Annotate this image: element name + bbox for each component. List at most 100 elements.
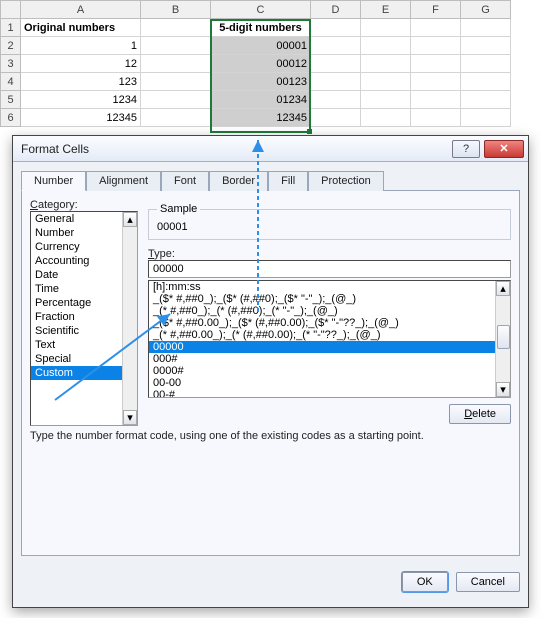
col-header-D[interactable]: D (311, 1, 361, 19)
format-list[interactable]: [h]:mm:ss _($* #,##0_);_($* (#,##0);_($*… (148, 280, 511, 398)
cell-B4[interactable] (141, 73, 211, 91)
cell-E3[interactable] (361, 55, 411, 73)
row-header-5[interactable]: 5 (1, 91, 21, 109)
cell-E4[interactable] (361, 73, 411, 91)
fmt-item[interactable]: [h]:mm:ss (149, 281, 510, 293)
cell-F3[interactable] (411, 55, 461, 73)
cell-D5[interactable] (311, 91, 361, 109)
row-header-2[interactable]: 2 (1, 37, 21, 55)
delete-button[interactable]: Delete (449, 404, 511, 424)
cell-E2[interactable] (361, 37, 411, 55)
type-input[interactable] (148, 260, 511, 278)
col-header-E[interactable]: E (361, 1, 411, 19)
cell-D6[interactable] (311, 109, 361, 127)
cell-C4[interactable]: 00123 (211, 73, 311, 91)
format-scrollbar[interactable]: ▴ ▾ (495, 281, 510, 397)
fmt-item[interactable]: 00-00 (149, 377, 510, 389)
tab-border[interactable]: Border (209, 171, 268, 191)
col-header-A[interactable]: A (21, 1, 141, 19)
col-header-G[interactable]: G (461, 1, 511, 19)
row-header-6[interactable]: 6 (1, 109, 21, 127)
category-label: Category: (30, 199, 138, 211)
cell-E5[interactable] (361, 91, 411, 109)
tab-protection[interactable]: Protection (308, 171, 384, 191)
cell-A2[interactable]: 1 (21, 37, 141, 55)
fmt-item[interactable]: _(* #,##0_);_(* (#,##0);_(* "-"_);_(@_) (149, 305, 510, 317)
fmt-item[interactable]: 0000# (149, 365, 510, 377)
fmt-item[interactable]: 000# (149, 353, 510, 365)
tab-fill[interactable]: Fill (268, 171, 308, 191)
help-text: Type the number format code, using one o… (30, 430, 511, 442)
dialog-buttons: OK Cancel (13, 564, 528, 600)
cell-D3[interactable] (311, 55, 361, 73)
cell-C1[interactable]: 5-digit numbers (211, 19, 311, 37)
cell-D2[interactable] (311, 37, 361, 55)
scroll-down-icon[interactable]: ▾ (123, 410, 137, 425)
cell-G2[interactable] (461, 37, 511, 55)
format-cells-dialog: Format Cells ? ✕ Number Alignment Font B… (12, 135, 529, 608)
tab-number[interactable]: Number (21, 171, 86, 191)
cell-C6[interactable]: 12345 (211, 109, 311, 127)
cell-A1[interactable]: Original numbers (21, 19, 141, 37)
close-icon: ✕ (499, 142, 508, 155)
cell-C2[interactable]: 00001 (211, 37, 311, 55)
cell-B1[interactable] (141, 19, 211, 37)
cell-G4[interactable] (461, 73, 511, 91)
cell-C3[interactable]: 00012 (211, 55, 311, 73)
col-header-F[interactable]: F (411, 1, 461, 19)
cell-A5[interactable]: 1234 (21, 91, 141, 109)
cell-G6[interactable] (461, 109, 511, 127)
fmt-item[interactable]: _(* #,##0.00_);_(* (#,##0.00);_(* "-"??_… (149, 329, 510, 341)
close-button[interactable]: ✕ (484, 140, 524, 158)
tab-alignment[interactable]: Alignment (86, 171, 161, 191)
cell-E1[interactable] (361, 19, 411, 37)
cell-F2[interactable] (411, 37, 461, 55)
cell-F5[interactable] (411, 91, 461, 109)
cell-G3[interactable] (461, 55, 511, 73)
cell-D4[interactable] (311, 73, 361, 91)
sample-value: 00001 (157, 221, 502, 233)
category-scrollbar[interactable]: ▴ ▾ (122, 212, 137, 425)
help-icon: ? (463, 143, 469, 155)
category-list[interactable]: General Number Currency Accounting Date … (30, 211, 138, 426)
tab-font[interactable]: Font (161, 171, 209, 191)
cell-B3[interactable] (141, 55, 211, 73)
fmt-item[interactable]: _($* #,##0.00_);_($* (#,##0.00);_($* "-"… (149, 317, 510, 329)
cancel-button[interactable]: Cancel (456, 572, 520, 592)
scroll-down-icon[interactable]: ▾ (496, 382, 510, 397)
cell-D1[interactable] (311, 19, 361, 37)
fmt-item[interactable]: 00-# (149, 389, 510, 398)
cell-B5[interactable] (141, 91, 211, 109)
cell-F1[interactable] (411, 19, 461, 37)
grid[interactable]: A B C D E F G 1 Original numbers 5-digit… (0, 0, 511, 127)
col-header-C[interactable]: C (211, 1, 311, 19)
cell-B2[interactable] (141, 37, 211, 55)
sample-group: Sample 00001 (148, 203, 511, 240)
cell-A4[interactable]: 123 (21, 73, 141, 91)
col-header-B[interactable]: B (141, 1, 211, 19)
row-header-1[interactable]: 1 (1, 19, 21, 37)
cell-E6[interactable] (361, 109, 411, 127)
ok-button[interactable]: OK (402, 572, 448, 592)
fill-handle[interactable] (307, 129, 312, 134)
scroll-thumb[interactable] (497, 325, 510, 349)
help-button[interactable]: ? (452, 140, 480, 158)
scroll-up-icon[interactable]: ▴ (496, 281, 510, 296)
cell-C5[interactable]: 01234 (211, 91, 311, 109)
corner-cell[interactable] (1, 1, 21, 19)
row-header-4[interactable]: 4 (1, 73, 21, 91)
tabstrip: Number Alignment Font Border Fill Protec… (13, 162, 528, 190)
cell-F4[interactable] (411, 73, 461, 91)
cell-B6[interactable] (141, 109, 211, 127)
cell-A6[interactable]: 12345 (21, 109, 141, 127)
fmt-item-selected[interactable]: 00000 (149, 341, 510, 353)
cell-G5[interactable] (461, 91, 511, 109)
cell-F6[interactable] (411, 109, 461, 127)
cell-A3[interactable]: 12 (21, 55, 141, 73)
cell-G1[interactable] (461, 19, 511, 37)
tab-body: Category: General Number Currency Accoun… (21, 190, 520, 556)
scroll-up-icon[interactable]: ▴ (123, 212, 137, 227)
fmt-item[interactable]: _($* #,##0_);_($* (#,##0);_($* "-"_);_(@… (149, 293, 510, 305)
row-header-3[interactable]: 3 (1, 55, 21, 73)
titlebar[interactable]: Format Cells ? ✕ (13, 136, 528, 162)
